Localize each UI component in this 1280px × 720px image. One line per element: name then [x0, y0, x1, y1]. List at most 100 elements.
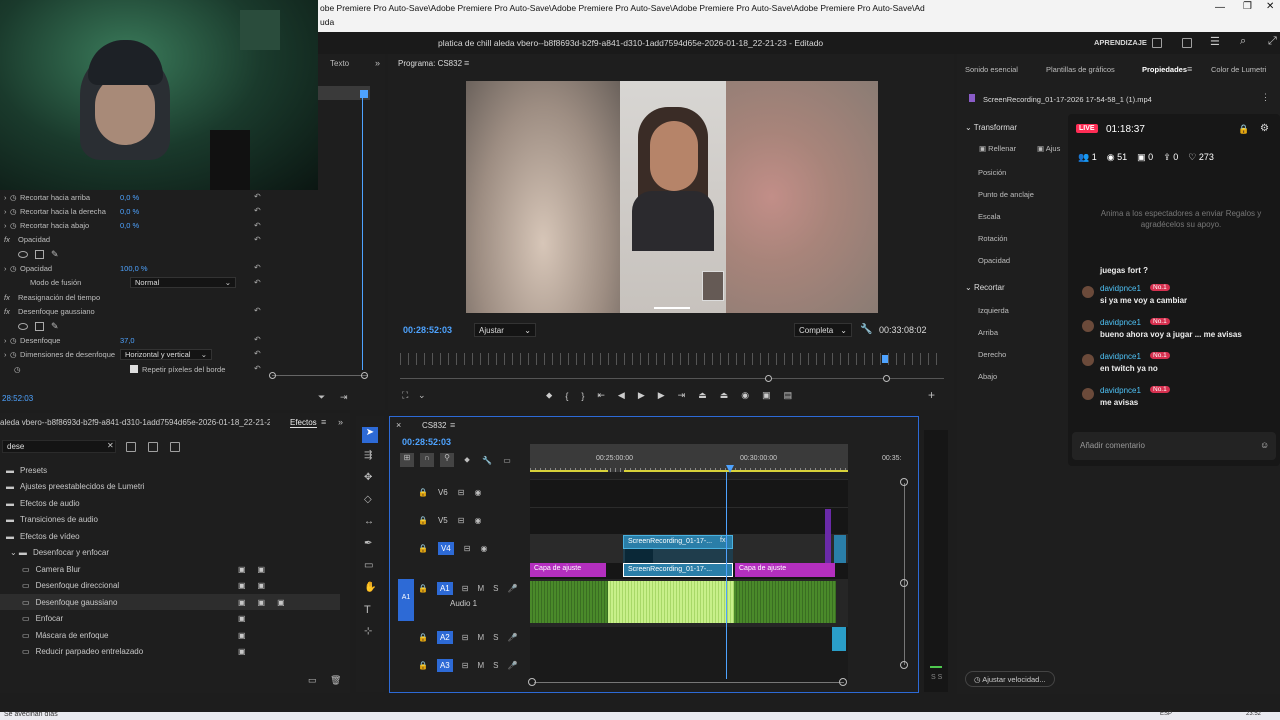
mark-out-icon[interactable]: }	[581, 391, 584, 401]
track-name[interactable]: A1	[436, 582, 453, 595]
effect-item[interactable]: ▭ Desenfoque gaussiano ▣▣▣	[0, 594, 340, 610]
program-tab[interactable]: Programa: CS832	[398, 59, 462, 68]
crop-section[interactable]: ⌄ Recortar	[965, 283, 1005, 292]
pen-mask-icon[interactable]: ✎	[51, 321, 59, 332]
lock-icon[interactable]: 🔒	[418, 633, 428, 642]
mute-button[interactable]: M	[477, 633, 484, 642]
mark-in-icon[interactable]: {	[565, 391, 568, 401]
clip-adjustment-layer-1[interactable]: Capa de ajuste	[530, 563, 606, 577]
fullscreen-icon[interactable]: ⤢	[1268, 35, 1277, 48]
lock-icon[interactable]: 🔒	[418, 661, 428, 670]
zoom-handle-left[interactable]	[765, 375, 772, 382]
settings-icon[interactable]: ⛶	[402, 390, 408, 401]
mute-button[interactable]: M	[477, 661, 484, 670]
clip-screen-recording-v3[interactable]: ScreenRecording_01-17-...	[623, 563, 733, 577]
tab-lumetri-color[interactable]: Color de Lumetri	[1211, 65, 1266, 74]
clock[interactable]: 23:52	[1246, 711, 1261, 717]
maximize-icon[interactable]: ❐	[1243, 1, 1252, 12]
learn-button[interactable]: APRENDIZAJE	[1094, 38, 1147, 47]
emoji-icon[interactable]: ☺	[1260, 440, 1269, 450]
type-icon[interactable]: T	[364, 604, 371, 616]
prop-value[interactable]: 0,0 %	[120, 207, 139, 216]
panel-menu-icon[interactable]: ≡	[321, 417, 326, 427]
transform-section[interactable]: ⌄ Transformar	[965, 123, 1017, 132]
track-select-icon[interactable]: ⇶	[364, 450, 372, 461]
tab-texto[interactable]: Texto	[330, 59, 349, 68]
ripple-edit-icon[interactable]: ✥	[364, 472, 372, 483]
share-icon[interactable]	[1182, 38, 1192, 48]
minimize-icon[interactable]: —	[1215, 2, 1225, 13]
rect-mask-icon[interactable]	[35, 249, 44, 259]
compare-icon[interactable]: ▣	[762, 390, 771, 401]
mute-button[interactable]: M	[477, 584, 484, 593]
sync-icon[interactable]: ⊟	[462, 661, 469, 670]
workspace-icon[interactable]	[1152, 38, 1162, 48]
effect-item[interactable]: ⌄ ▬ Desenfocar y enfocar	[0, 545, 340, 561]
ellipse-mask-icon[interactable]	[18, 250, 28, 258]
effect-item[interactable]: ▭ Enfocar ▣	[0, 611, 340, 627]
clip-small-v4[interactable]	[834, 535, 846, 563]
chat-username[interactable]: davidpnce1	[1100, 318, 1141, 327]
track-source-a1[interactable]: A1	[398, 579, 414, 621]
expand-panels-icon[interactable]: »	[375, 58, 380, 68]
solo-button[interactable]: S	[493, 661, 498, 670]
razor-icon[interactable]: ◇	[364, 494, 372, 505]
eye-icon[interactable]: ◉	[474, 516, 481, 525]
scrubber-playhead[interactable]	[882, 355, 888, 363]
timeline-timecode[interactable]: 00:28:52:03	[402, 437, 451, 447]
close-tab-icon[interactable]: ×	[396, 420, 401, 430]
rect-mask-icon[interactable]	[35, 321, 44, 331]
delete-icon[interactable]: 🗑	[330, 675, 341, 686]
scroll-handle-right[interactable]	[361, 372, 368, 379]
track-name[interactable]: A3	[436, 658, 453, 672]
lift-icon[interactable]: ⏏	[698, 390, 707, 401]
selection-tool-icon[interactable]: ➤	[362, 427, 378, 443]
more-icon[interactable]: ⋮	[1261, 92, 1270, 103]
track-name[interactable]: V4	[437, 541, 454, 555]
pen-icon[interactable]: ✒	[364, 538, 372, 549]
slip-icon[interactable]: ↔	[364, 516, 374, 527]
sync-icon[interactable]: ⊟	[458, 488, 465, 497]
weather-widget[interactable]: Se avecinan días	[4, 711, 58, 718]
prop-value[interactable]: 37,0	[120, 336, 135, 345]
solo-button[interactable]: S	[493, 584, 498, 593]
quality-select[interactable]: Completa ⌄	[794, 323, 852, 337]
language-indicator[interactable]: ESP	[1160, 711, 1172, 717]
blend-mode-select[interactable]: Normal ⌄	[130, 276, 236, 288]
mini-playhead-handle[interactable]	[360, 90, 368, 98]
go-to-in-icon[interactable]: ⇤	[597, 390, 605, 401]
sequence-tab[interactable]: aleda vbero--b8f8693d-b2f9-a841-d310-1ad…	[0, 418, 270, 427]
lock-icon[interactable]: 🔒	[418, 516, 428, 525]
v-scroll-bottom[interactable]	[900, 661, 908, 669]
camera-icon[interactable]: ◉	[741, 390, 749, 401]
go-to-out-icon[interactable]: ⇥	[678, 390, 686, 401]
clip-screen-recording-v4[interactable]: ScreenRecording_01-17-...	[623, 535, 733, 549]
stopwatch-icon[interactable]: ◷	[10, 350, 20, 359]
prop-value[interactable]: 0,0 %	[120, 221, 139, 230]
clip-adjustment-layer-2[interactable]: Capa de ajuste	[735, 563, 835, 577]
audio-clip-2[interactable]	[734, 581, 836, 623]
fit-select[interactable]: Ajustar ⌄	[474, 323, 536, 337]
stopwatch-icon[interactable]: ◷	[10, 207, 20, 216]
expand-panels-icon[interactable]: »	[338, 417, 343, 427]
sync-icon[interactable]: ⊟	[462, 633, 469, 642]
snap-icon[interactable]: ∩	[420, 453, 434, 467]
sync-icon[interactable]: ⊟	[462, 584, 469, 593]
prop-value[interactable]: 100,0 %	[120, 264, 148, 273]
add-button-icon[interactable]: +	[928, 388, 935, 402]
nest-icon[interactable]: ⊞	[400, 453, 414, 467]
export-icon[interactable]: ⇥	[340, 392, 348, 403]
lock-icon[interactable]: 🔒	[418, 584, 428, 593]
new-folder-icon[interactable]: ▭	[308, 675, 317, 686]
effect-item[interactable]: ▭ Máscara de enfoque ▣	[0, 627, 340, 643]
rectangle-icon[interactable]: ▭	[364, 560, 373, 571]
mic-icon[interactable]: 🎤	[507, 661, 517, 670]
filter-icon[interactable]: ⏷	[318, 392, 325, 403]
effect-item[interactable]: ▬ Transiciones de audio	[0, 512, 340, 528]
marker-icon[interactable]: ⬥	[546, 390, 552, 401]
chat-username[interactable]: davidpnce1	[1100, 386, 1141, 395]
adjust-speed-button[interactable]: ◷ Ajustar velocidad...	[965, 671, 1055, 687]
pen-mask-icon[interactable]: ✎	[51, 249, 59, 260]
step-forward-icon[interactable]: ▶	[658, 390, 665, 401]
comment-input[interactable]: Añadir comentario ☺	[1072, 432, 1276, 460]
